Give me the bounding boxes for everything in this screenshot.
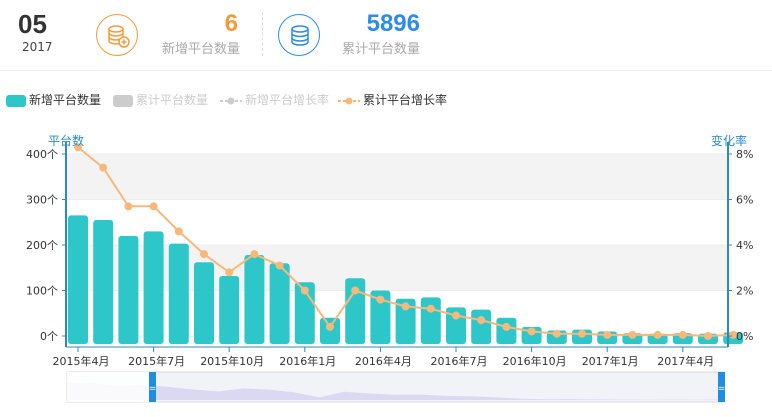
bar (168, 243, 189, 344)
x-tick-label: 2015年4月 (53, 354, 110, 368)
line-point (124, 202, 133, 211)
bar (471, 309, 492, 344)
data-zoom: = = (66, 371, 726, 403)
bar (219, 275, 240, 344)
zoom-handle-end-grip: = (718, 384, 726, 394)
y-left-tick-label: 200个 (26, 239, 58, 252)
y-right-tick-label: 4% (736, 239, 753, 252)
line-point (527, 327, 536, 336)
line-point (225, 268, 234, 277)
line-point (200, 250, 208, 259)
x-tick-label: 2017年1月 (582, 354, 639, 368)
y-left-tick-label: 400个 (26, 148, 58, 161)
y-left-axis-title: 平台数 (48, 133, 84, 148)
y-right-tick-label: 8% (736, 148, 753, 161)
x-tick-label: 2016年10月 (503, 354, 567, 368)
bar (420, 297, 441, 344)
grid-band (66, 154, 728, 200)
line-point (502, 322, 511, 331)
line-point (678, 330, 687, 339)
line-point (401, 302, 410, 311)
y-left-tick-label: 0个 (40, 330, 58, 343)
line-point (351, 286, 360, 295)
bar (93, 219, 114, 344)
bar (68, 215, 88, 344)
line-point (174, 227, 183, 236)
bar (118, 235, 139, 344)
zoom-selection (67, 372, 723, 402)
chart: 0个 100个 200个 300个 400个 0% 2% 4% 6% 8% 平台数 变化率 2015年4… (26, 133, 753, 403)
bar (244, 255, 265, 344)
line-point (99, 163, 108, 172)
line-point (275, 261, 284, 270)
line-point (653, 330, 662, 339)
grid-bands (66, 154, 728, 291)
y-left-tick-label: 100个 (26, 285, 58, 298)
x-tick-label: 2016年4月 (355, 354, 412, 368)
y-left-tick-label: 300个 (26, 194, 58, 207)
y-right-tick-label: 0% (736, 330, 753, 343)
grid-band (66, 245, 728, 291)
line-point (704, 332, 712, 340)
y-right-tick-label: 6% (736, 194, 753, 207)
line-point (452, 311, 460, 320)
bar (143, 231, 164, 344)
x-tick-label: 2017年4月 (657, 354, 714, 368)
line-point (628, 330, 637, 339)
line-point (426, 304, 435, 313)
line-point (578, 329, 586, 338)
line-point (376, 295, 385, 304)
x-tick-label: 2015年7月 (128, 354, 185, 368)
line-point (149, 202, 158, 211)
line-point (477, 316, 486, 325)
y-right-tick-label: 2% (736, 285, 753, 298)
zoom-handle-start-grip: = (149, 384, 157, 394)
line-point (552, 329, 561, 338)
line-point (250, 250, 259, 259)
x-tick-label: 2015年10月 (200, 354, 264, 368)
line-point (300, 286, 309, 295)
zoom-selection-left (67, 372, 149, 402)
line-point (326, 322, 334, 331)
x-tick-label: 2016年1月 (279, 354, 336, 368)
x-tick-label: 2016年7月 (431, 354, 488, 368)
bar (269, 263, 290, 344)
bar (194, 262, 214, 344)
y-right-axis-title: 变化率 (711, 133, 747, 148)
line-point (603, 330, 612, 339)
